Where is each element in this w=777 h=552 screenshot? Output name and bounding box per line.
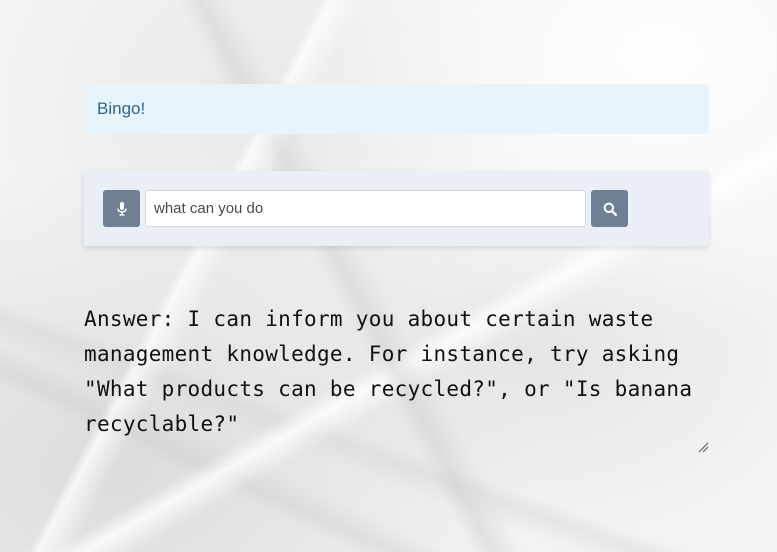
- status-alert: Bingo!: [84, 84, 709, 134]
- search-button[interactable]: [591, 190, 628, 227]
- search-panel: [84, 171, 709, 246]
- search-input[interactable]: [145, 190, 586, 227]
- status-message: Bingo!: [97, 99, 146, 118]
- answer-text: Answer: I can inform you about certain w…: [84, 307, 706, 436]
- resize-grip-icon[interactable]: [697, 441, 709, 453]
- magnifier-icon: [603, 202, 617, 216]
- microphone-button[interactable]: [103, 190, 140, 227]
- microphone-icon: [116, 201, 127, 216]
